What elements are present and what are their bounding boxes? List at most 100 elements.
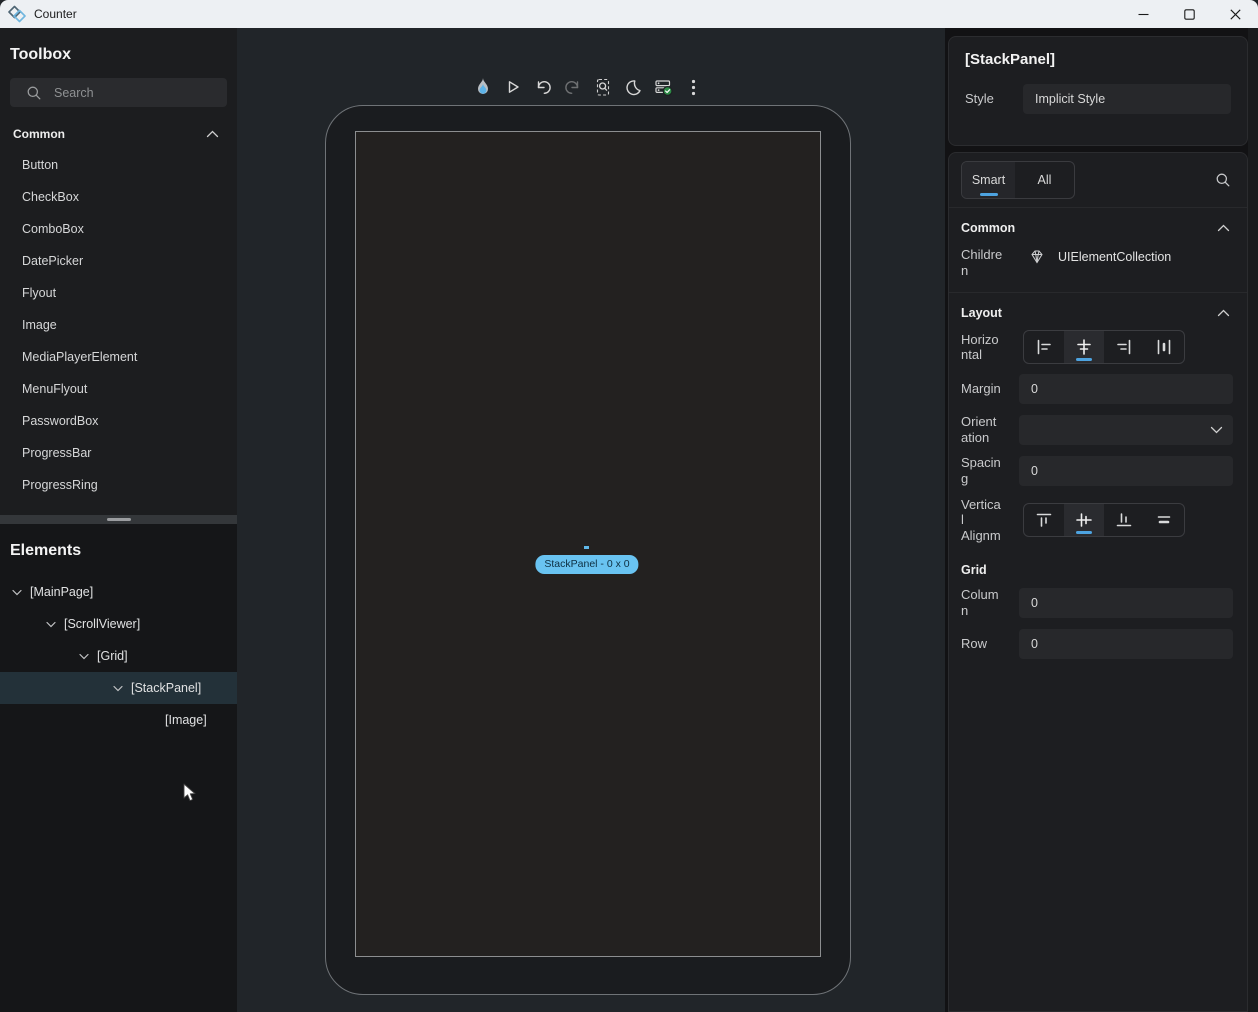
children-collection-name: UIElementCollection [1058, 250, 1171, 264]
align-left-icon [1035, 338, 1053, 356]
tab-smart-label: Smart [972, 173, 1005, 187]
chevron-down-icon[interactable] [79, 653, 89, 660]
design-canvas[interactable]: StackPanel - 0 x 0 [237, 28, 948, 1012]
selection-badge[interactable]: StackPanel - 0 x 0 [535, 555, 638, 574]
toolbox-item-flyout[interactable]: Flyout [0, 277, 237, 309]
toolbox-item-passwordbox[interactable]: PasswordBox [0, 405, 237, 437]
splitter-handle[interactable] [107, 518, 131, 521]
spacing-label: Spacing [961, 455, 1003, 486]
toolbox-panel: Toolbox Common Button CheckBox ComboBox … [0, 28, 237, 515]
redo-button[interactable] [559, 73, 587, 101]
margin-input[interactable] [1019, 374, 1233, 404]
align-horizontal-stretch-button[interactable] [1144, 331, 1184, 363]
more-options-button[interactable] [679, 73, 707, 101]
align-vertical-center-button[interactable] [1064, 504, 1104, 536]
selected-underline [1076, 358, 1092, 361]
theme-toggle-button[interactable] [619, 73, 647, 101]
tree-item-scrollviewer[interactable]: [ScrollViewer] [0, 608, 237, 640]
section-layout-header[interactable]: Layout [949, 292, 1247, 330]
toolbox-item-checkbox[interactable]: CheckBox [0, 181, 237, 213]
align-horizontal-right-button[interactable] [1104, 331, 1144, 363]
column-row: Column [949, 587, 1247, 618]
margin-label: Margin [961, 381, 1003, 397]
align-horizontal-left-button[interactable] [1024, 331, 1064, 363]
tree-item-label: [Image] [165, 713, 207, 727]
zoom-selection-button[interactable] [589, 73, 617, 101]
scrollbar-track[interactable] [1248, 28, 1258, 1012]
align-vertical-bottom-button[interactable] [1104, 504, 1144, 536]
close-button[interactable] [1212, 0, 1258, 28]
section-common-header[interactable]: Common [949, 208, 1247, 245]
inspector-header-card: [StackPanel] Style [948, 36, 1248, 146]
tree-item-grid[interactable]: [Grid] [0, 640, 237, 672]
section-grid-header: Grid [949, 553, 1247, 587]
orientation-select[interactable] [1019, 415, 1233, 445]
left-panel: Toolbox Common Button CheckBox ComboBox … [0, 28, 237, 1012]
tree-item-label: [ScrollViewer] [64, 617, 140, 631]
maximize-icon [1184, 9, 1195, 20]
orientation-label: Orientation [961, 414, 1003, 445]
tree-item-mainpage[interactable]: [MainPage] [0, 576, 237, 608]
checklist-icon [654, 79, 673, 96]
tree-item-label: [MainPage] [30, 585, 93, 599]
chevron-up-icon[interactable] [1217, 309, 1230, 317]
redo-icon [564, 78, 582, 96]
row-row: Row [949, 629, 1247, 659]
undo-button[interactable] [529, 73, 557, 101]
chevron-down-icon[interactable] [12, 589, 22, 596]
orientation-row: Orientation [949, 414, 1247, 445]
chevron-up-icon[interactable] [1217, 224, 1230, 232]
row-input[interactable] [1019, 629, 1233, 659]
stretch-horizontal-icon [1155, 338, 1173, 356]
style-input[interactable] [1023, 84, 1231, 114]
elements-title: Elements [0, 524, 237, 560]
chevron-down-icon [1210, 426, 1223, 434]
panel-splitter[interactable] [0, 515, 237, 524]
maximize-button[interactable] [1166, 0, 1212, 28]
toolbox-section-label: Common [13, 127, 65, 141]
tab-all-label: All [1038, 173, 1052, 187]
toolbox-item-menuflyout[interactable]: MenuFlyout [0, 373, 237, 405]
search-input[interactable] [52, 85, 219, 101]
vertical-alignment-group [1023, 503, 1185, 537]
device-screen[interactable] [355, 131, 821, 957]
validation-button[interactable] [649, 73, 677, 101]
play-button[interactable] [499, 73, 527, 101]
toolbox-search[interactable] [10, 78, 227, 107]
horizontal-label: Horizontal [961, 332, 1003, 363]
chevron-down-icon[interactable] [46, 621, 56, 628]
toolbox-item-progressring[interactable]: ProgressRing [0, 469, 237, 501]
toolbox-item-datepicker[interactable]: DatePicker [0, 245, 237, 277]
toolbox-item-combobox[interactable]: ComboBox [0, 213, 237, 245]
align-vertical-stretch-button[interactable] [1144, 504, 1184, 536]
kebab-icon [691, 79, 696, 96]
hot-reload-button[interactable] [469, 73, 497, 101]
section-grid-label: Grid [961, 563, 987, 577]
minimize-icon [1138, 9, 1149, 20]
minimize-button[interactable] [1120, 0, 1166, 28]
align-vertical-top-button[interactable] [1024, 504, 1064, 536]
tab-smart[interactable]: Smart [962, 162, 1015, 198]
chevron-down-icon[interactable] [113, 685, 123, 692]
tab-all[interactable]: All [1015, 162, 1074, 198]
canvas-toolbar [469, 73, 707, 101]
toolbox-item-button[interactable]: Button [0, 149, 237, 181]
align-bottom-icon [1115, 511, 1133, 529]
column-input[interactable] [1019, 588, 1233, 618]
spacing-input[interactable] [1019, 456, 1233, 486]
title-bar: Counter [0, 0, 1258, 28]
stretch-vertical-icon [1155, 511, 1173, 529]
toolbox-section-common[interactable]: Common [0, 107, 237, 149]
chevron-up-icon[interactable] [206, 130, 219, 138]
toolbox-item-image[interactable]: Image [0, 309, 237, 341]
align-horizontal-center-button[interactable] [1064, 331, 1104, 363]
toolbox-item-progressbar[interactable]: ProgressBar [0, 437, 237, 469]
tree-item-image[interactable]: [Image] [0, 704, 237, 736]
tree-item-stackpanel[interactable]: [StackPanel] [0, 672, 237, 704]
selected-element-indicator[interactable] [584, 546, 589, 549]
children-value[interactable]: UIElementCollection [1029, 247, 1171, 264]
toolbox-item-mediaplayerelement[interactable]: MediaPlayerElement [0, 341, 237, 373]
inspector-title: [StackPanel] [965, 51, 1231, 68]
inspector-search-icon[interactable] [1215, 172, 1231, 188]
play-icon [505, 79, 521, 95]
